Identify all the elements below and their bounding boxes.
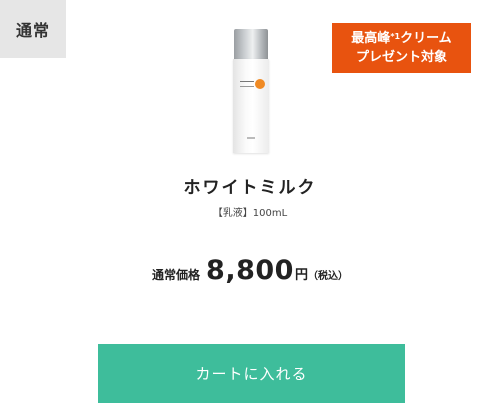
- promo-badge: 最高峰*1クリーム プレゼント対象: [332, 23, 471, 73]
- price-value: 8,800: [206, 255, 294, 286]
- bottle-logo: [240, 81, 254, 87]
- price-unit: 円: [294, 268, 308, 283]
- product-type: 【乳液】100mL: [212, 208, 288, 219]
- price-label: 通常価格: [152, 268, 201, 282]
- product-card: 通常 最高峰*1クリーム プレゼント対象 ホワイトミルク 【乳液】100mL 通…: [0, 0, 500, 420]
- bottle-label-mark: [247, 137, 255, 139]
- product-image[interactable]: [229, 29, 273, 153]
- product-name[interactable]: ホワイトミルク: [0, 173, 500, 198]
- promo-line-2: プレゼント対象: [355, 50, 447, 65]
- bottle-logo-dot: [255, 79, 265, 89]
- bottle-cap: [234, 29, 268, 59]
- add-to-cart-button[interactable]: カートに入れる: [98, 344, 405, 403]
- promo-line-1-prefix: 最高峰: [351, 31, 391, 46]
- promo-line-1: 最高峰*1クリーム: [351, 29, 451, 48]
- promo-footnote-mark: *1: [390, 32, 401, 41]
- promo-line-1-suffix: クリーム: [400, 31, 452, 46]
- price-tax-note: （税込）: [307, 271, 348, 282]
- price-row: 通常価格 8,800 円 （税込）: [0, 255, 500, 286]
- bottle-body: [233, 59, 269, 153]
- regular-tag: 通常: [0, 0, 66, 58]
